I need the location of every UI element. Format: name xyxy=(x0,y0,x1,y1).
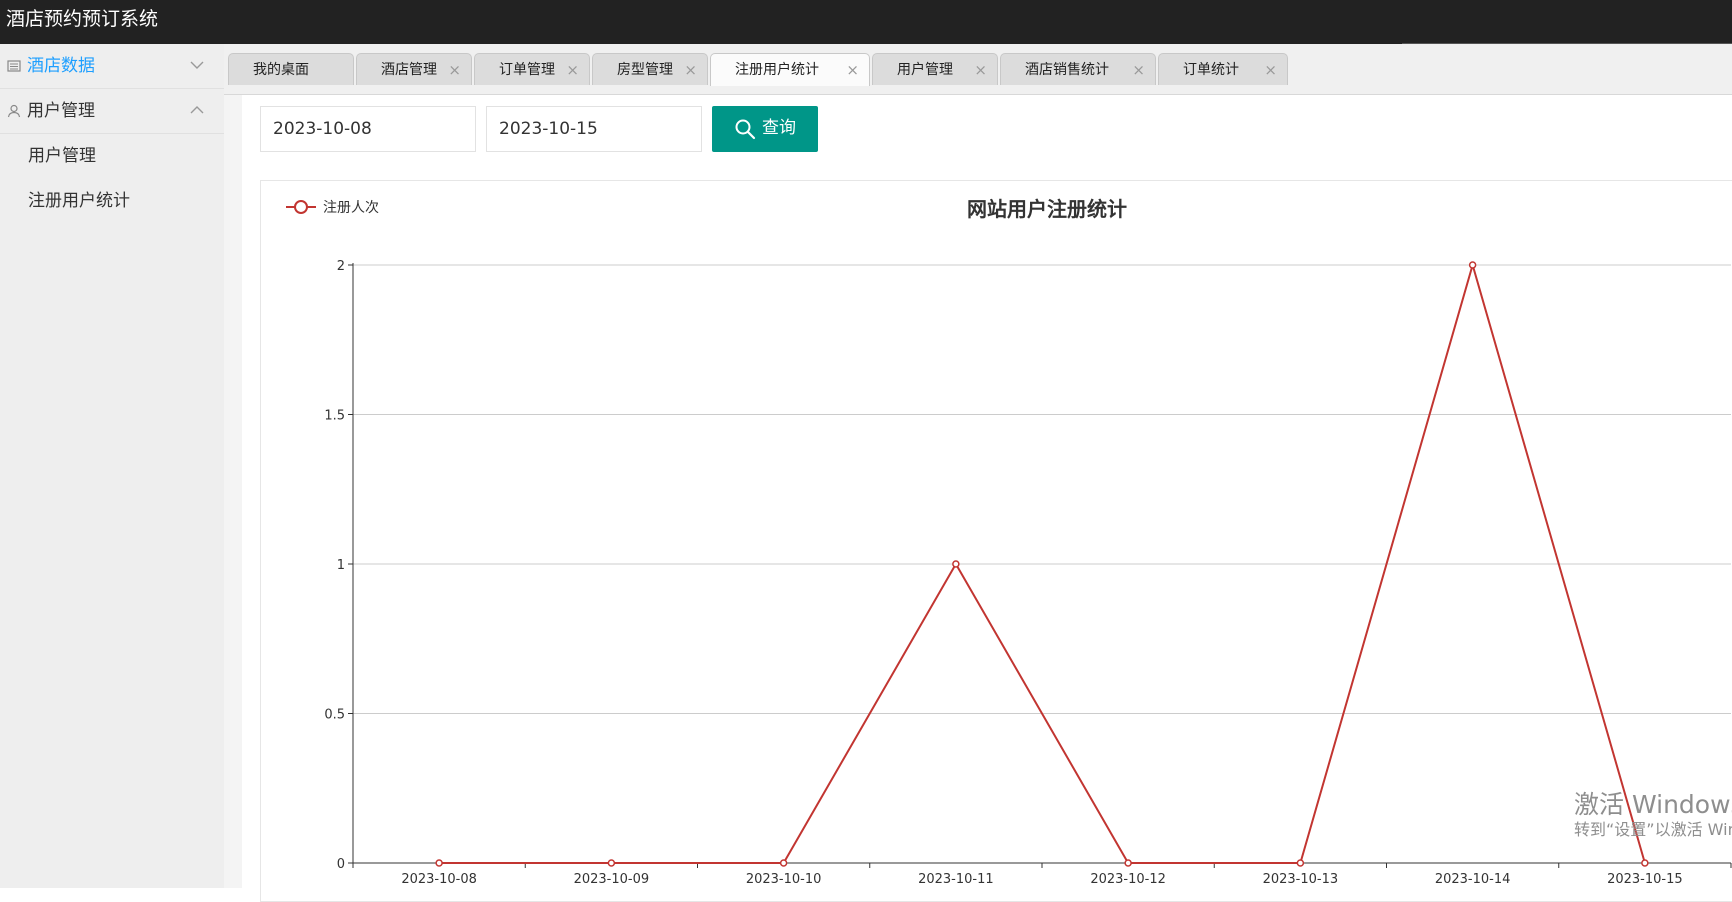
tab-label: 注册用户统计 xyxy=(735,62,819,78)
tab-registered-user-stats[interactable]: 注册用户统计 × xyxy=(710,53,870,86)
chart-title: 网站用户注册统计 xyxy=(967,197,1127,221)
tab-order-stats[interactable]: 订单统计 × xyxy=(1158,53,1288,85)
x-tick-label: 2023-10-12 xyxy=(1090,872,1166,887)
app-header: 酒店预约预订系统 xyxy=(0,0,1732,44)
tab-room-type-management[interactable]: 房型管理 × xyxy=(592,53,708,85)
x-tick-label: 2023-10-14 xyxy=(1435,872,1511,887)
chart-legend[interactable]: 注册人次 xyxy=(286,200,379,216)
y-tick-label: 1.5 xyxy=(324,409,345,424)
tab-label: 订单管理 xyxy=(499,62,555,78)
close-icon[interactable]: × xyxy=(1264,54,1277,86)
windows-activation-watermark: 激活 Windows 转到“设置”以激活 Windows。 xyxy=(1574,790,1732,840)
sidebar-item-user-management[interactable]: 用户管理 xyxy=(0,134,224,179)
end-date-input[interactable] xyxy=(486,106,702,152)
y-tick-label: 0 xyxy=(337,857,345,872)
close-icon[interactable]: × xyxy=(684,54,697,86)
tab-hotel-sales-stats[interactable]: 酒店销售统计 × xyxy=(1000,53,1156,85)
chart-axes: 0 0.5 1 1.5 2 2023-10-08 2023-10-09 2023-10-10 2… xyxy=(324,259,1732,887)
close-icon[interactable]: × xyxy=(974,54,987,86)
sidebar-item-registered-user-stats[interactable]: 注册用户统计 xyxy=(0,179,224,224)
close-icon[interactable]: × xyxy=(846,54,859,86)
sidebar-group-label: 用户管理 xyxy=(27,101,95,121)
x-tick-label: 2023-10-10 xyxy=(746,872,822,887)
sidebar: 酒店数据 用户管理 用户管理 注册用户统计 xyxy=(0,44,225,888)
app-title: 酒店预约预订系统 xyxy=(6,8,159,30)
x-tick-label: 2023-10-13 xyxy=(1263,872,1339,887)
registration-line-chart: 网站用户注册统计 注册人次 0 0.5 1 1.5 2 2023-10-08 2023-10… xyxy=(286,197,1732,887)
chevron-down-icon xyxy=(190,61,204,69)
tab-label: 订单统计 xyxy=(1183,62,1239,78)
hotel-data-icon xyxy=(7,60,21,72)
tab-label: 用户管理 xyxy=(897,62,953,78)
watermark-line-1: 激活 Windows xyxy=(1574,790,1732,819)
data-point xyxy=(952,560,960,568)
y-tick-label: 0.5 xyxy=(324,708,345,723)
tab-hotel-management[interactable]: 酒店管理 × xyxy=(356,53,472,85)
tab-order-management[interactable]: 订单管理 × xyxy=(474,53,590,85)
tab-label: 酒店销售统计 xyxy=(1025,62,1109,78)
y-tick-label: 2 xyxy=(337,259,345,274)
tab-user-management[interactable]: 用户管理 × xyxy=(872,53,998,85)
tab-label: 我的桌面 xyxy=(253,62,309,78)
tab-label: 房型管理 xyxy=(617,62,673,78)
close-icon[interactable]: × xyxy=(1132,54,1145,86)
data-point xyxy=(1641,859,1649,867)
search-icon xyxy=(735,119,756,140)
data-point xyxy=(435,859,443,867)
tab-my-desktop[interactable]: 我的桌面 xyxy=(228,53,354,85)
y-tick-label: 1 xyxy=(337,558,345,573)
x-tick-label: 2023-10-11 xyxy=(918,872,994,887)
start-date-input[interactable] xyxy=(260,106,476,152)
data-point xyxy=(1124,859,1132,867)
chart-grid xyxy=(353,264,1731,714)
sidebar-group-hotel-data[interactable]: 酒店数据 xyxy=(0,44,224,89)
sidebar-group-user-management[interactable]: 用户管理 xyxy=(0,89,224,134)
x-tick-label: 2023-10-15 xyxy=(1607,872,1683,887)
sidebar-group-label: 酒店数据 xyxy=(27,56,95,76)
tab-label: 酒店管理 xyxy=(381,62,437,78)
legend-circle-mark xyxy=(294,200,308,214)
query-button-label: 查询 xyxy=(762,118,796,137)
close-icon[interactable]: × xyxy=(566,54,579,86)
data-point xyxy=(607,859,616,867)
data-point xyxy=(779,859,788,867)
x-tick-label: 2023-10-08 xyxy=(401,872,477,887)
chevron-up-icon xyxy=(190,106,204,114)
chart-container: 网站用户注册统计 注册人次 0 0.5 1 1.5 2 2023-10-08 2023-10… xyxy=(260,180,1732,902)
watermark-line-2: 转到“设置”以激活 Windows。 xyxy=(1574,820,1732,839)
data-point xyxy=(1296,859,1305,867)
user-icon xyxy=(7,104,21,118)
query-button[interactable]: 查询 xyxy=(712,106,818,152)
legend-label: 注册人次 xyxy=(323,200,379,216)
tab-bar: 我的桌面 酒店管理 × 订单管理 × 房型管理 × 注册用户统计 × 用户管理 … xyxy=(224,44,1732,95)
x-tick-label: 2023-10-09 xyxy=(574,872,650,887)
data-point xyxy=(1468,261,1477,269)
close-icon[interactable]: × xyxy=(448,54,461,86)
